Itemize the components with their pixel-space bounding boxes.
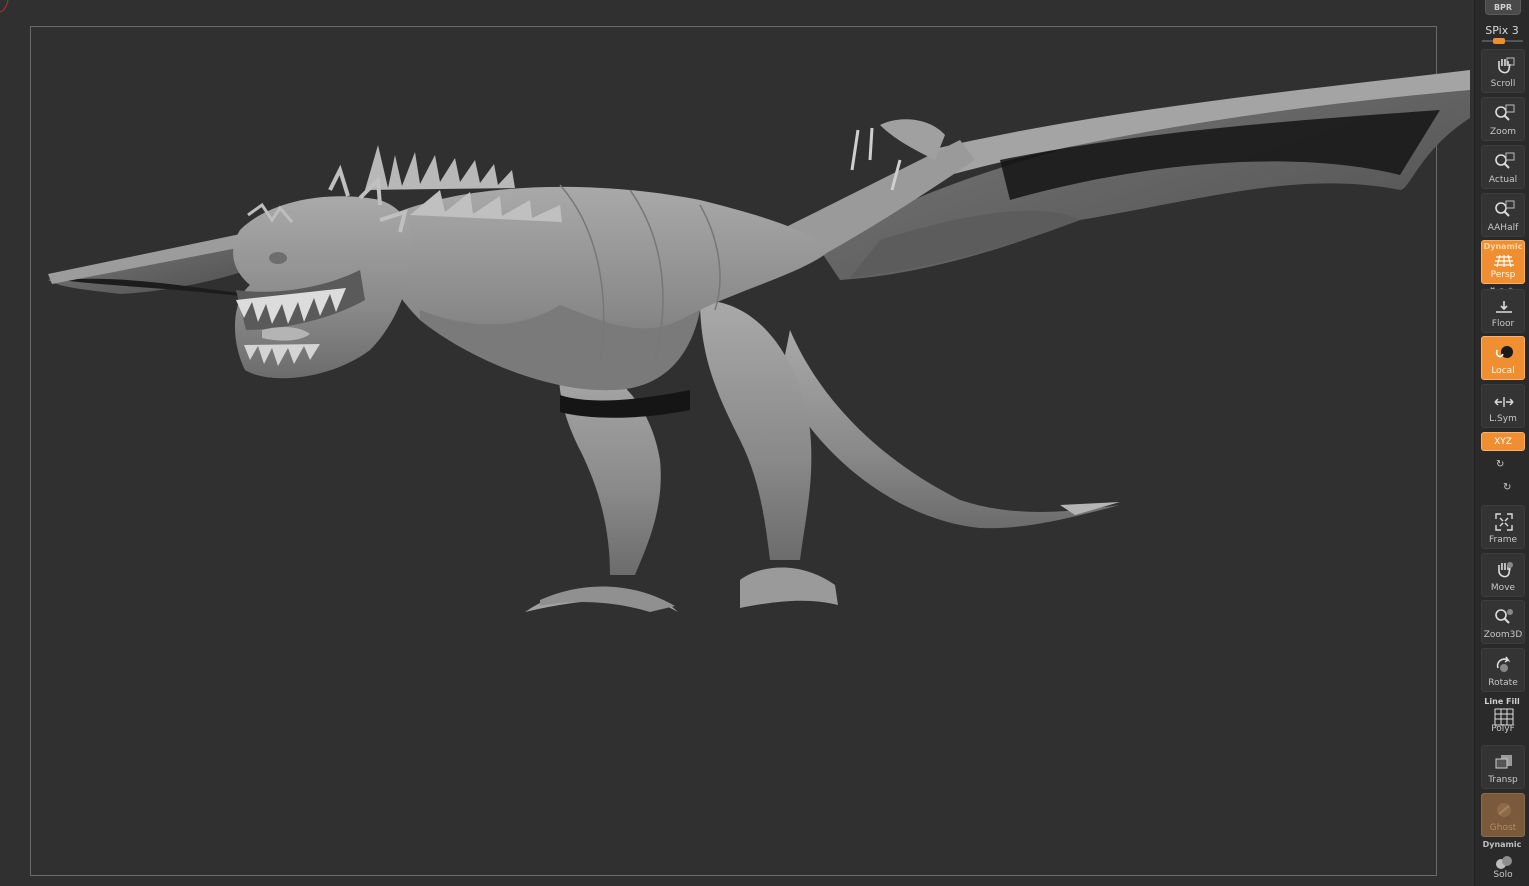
magnifier-icon (1495, 609, 1513, 624)
floor-button[interactable]: Floor (1481, 289, 1525, 333)
actual-label: Actual (1488, 175, 1518, 185)
floor-label: Floor (1491, 319, 1515, 329)
move-button[interactable]: Move (1481, 553, 1525, 597)
local-button[interactable]: Local (1481, 336, 1525, 380)
zoom3d-label: Zoom3D (1483, 630, 1523, 640)
perspective-grid-icon (1494, 254, 1514, 268)
aahalf-label: AAHalf (1487, 223, 1519, 233)
lsym-label: L.Sym (1489, 414, 1517, 424)
dragon-model[interactable] (0, 0, 1474, 886)
transp-label: Transp (1488, 775, 1518, 785)
local-sphere-icon (1495, 346, 1513, 358)
transp-button[interactable]: Transp (1481, 745, 1525, 789)
polyf-button[interactable]: PolyF (1481, 696, 1525, 738)
ghost-icon (1497, 803, 1511, 817)
rotate-button[interactable]: Rotate (1481, 648, 1525, 692)
rotate-label: Rotate (1488, 678, 1518, 688)
solo-button[interactable]: Solo (1481, 840, 1525, 884)
frame-button[interactable]: Frame (1481, 505, 1525, 549)
floor-icon (1496, 301, 1512, 313)
back-spikes (365, 145, 515, 190)
zoom3d-button[interactable]: Zoom3D (1481, 600, 1525, 644)
solo-label: Solo (1493, 870, 1513, 880)
aahalf-button[interactable]: AAHalf (1481, 193, 1525, 237)
persp-label: Persp (1490, 270, 1516, 280)
hand-icon (1498, 562, 1513, 578)
local-label: Local (1491, 366, 1515, 376)
persp-button[interactable]: Dynamic Persp (1481, 240, 1525, 284)
actual-button[interactable]: Actual (1481, 145, 1525, 189)
transparency-icon (1495, 755, 1512, 769)
zoom-label: Zoom (1490, 127, 1516, 137)
bpr-button[interactable]: BPR (1485, 0, 1521, 15)
spix-slider-knob[interactable] (1492, 38, 1505, 44)
magnifier-icon (1495, 104, 1515, 121)
tail (780, 330, 1120, 529)
magnifier-icon (1495, 152, 1515, 169)
move-label: Move (1490, 583, 1516, 593)
rotate-icon (1496, 656, 1511, 672)
lsym-button[interactable]: L.Sym (1481, 384, 1525, 428)
ghost-button[interactable]: Ghost (1481, 793, 1525, 837)
z-rotate-icon[interactable]: ↻ (1503, 482, 1511, 493)
hand-icon (1498, 57, 1515, 74)
front-leg (559, 360, 661, 575)
right-shelf: BPR SPix 3 Scroll Zoom Actual AAHalf Dyn… (1474, 0, 1529, 886)
ghost-label: Ghost (1489, 823, 1517, 833)
xyz-rotate-button[interactable]: XYZ (1481, 432, 1525, 451)
polyf-label: PolyF (1491, 724, 1515, 734)
symmetry-arrows-icon (1494, 397, 1514, 407)
zoom-button[interactable]: Zoom (1481, 97, 1525, 141)
scroll-button[interactable]: Scroll (1481, 49, 1525, 93)
magnifier-icon (1495, 200, 1515, 217)
frame-icon (1495, 513, 1513, 531)
document-viewport[interactable] (0, 0, 1474, 886)
xyz-label: XYZ (1494, 437, 1512, 447)
frame-label: Frame (1488, 535, 1518, 545)
scroll-label: Scroll (1490, 79, 1516, 89)
spix-slider[interactable] (1482, 38, 1523, 44)
y-rotate-icon[interactable]: ↻ (1496, 459, 1504, 470)
spix-label: SPix 3 (1485, 24, 1519, 37)
rear-leg (700, 300, 812, 560)
